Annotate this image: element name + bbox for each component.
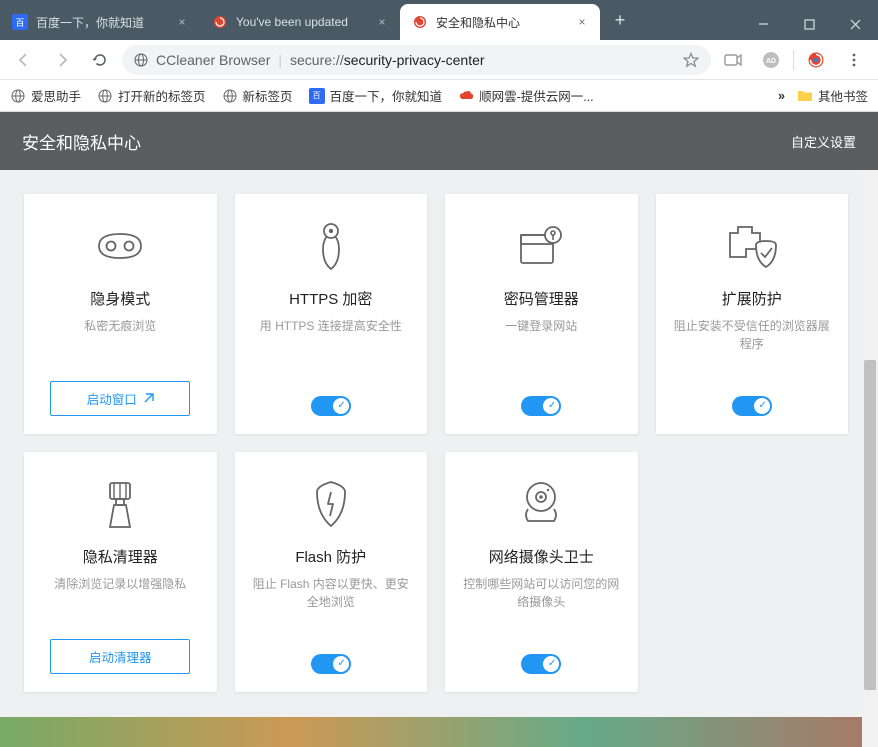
card-description: 阻止安装不受信任的浏览器展程序	[670, 317, 835, 353]
bookmark-item[interactable]: 新标签页	[222, 86, 293, 105]
new-tab-button[interactable]: +	[606, 6, 634, 34]
reload-button[interactable]	[84, 44, 116, 76]
feature-card: 扩展防护阻止安装不受信任的浏览器展程序 ✓	[656, 194, 849, 434]
card-description: 一键登录网站	[505, 317, 577, 335]
toggle-switch[interactable]: ✓	[521, 654, 561, 674]
feature-card: 隐私清理器清除浏览记录以增强隐私启动清理器	[24, 452, 217, 692]
globe-icon	[222, 88, 238, 104]
card-title: 密码管理器	[504, 288, 579, 309]
feature-icon	[311, 476, 351, 532]
feature-card: 隐身模式私密无痕浏览启动窗口	[24, 194, 217, 434]
bookmarks-overflow-icon[interactable]: »	[778, 89, 785, 103]
globe-icon	[10, 88, 26, 104]
page-title: 安全和隐私中心	[22, 129, 141, 154]
page-header: 安全和隐私中心 自定义设置	[0, 112, 878, 170]
window-controls	[740, 8, 878, 40]
bookmark-label: 百度一下，你就知道	[330, 86, 443, 105]
card-description: 控制哪些网站可以访问您的网络摄像头	[459, 575, 624, 611]
customize-link[interactable]: 自定义设置	[791, 132, 856, 151]
feature-icon	[517, 218, 565, 274]
launch-button[interactable]: 启动窗口	[50, 381, 190, 416]
ccleaner-icon[interactable]	[800, 44, 832, 76]
camera-icon[interactable]	[717, 44, 749, 76]
feature-card: Flash 防护阻止 Flash 内容以更快、更安全地浏览 ✓	[235, 452, 428, 692]
cloud-icon	[458, 88, 474, 104]
card-footer: 启动清理器	[38, 639, 203, 674]
feature-icon	[93, 218, 147, 274]
feature-icon	[518, 476, 564, 532]
minimize-button[interactable]	[740, 8, 786, 40]
card-title: 隐私清理器	[83, 546, 158, 567]
window-titlebar: 百 百度一下，你就知道 × You've been updated × 安全和隐…	[0, 0, 878, 40]
close-icon[interactable]: ×	[174, 14, 190, 30]
bookmark-label: 新标签页	[243, 86, 293, 105]
ad-blocker-icon[interactable]: AD	[755, 44, 787, 76]
tab-label: You've been updated	[236, 15, 348, 29]
globe-icon	[97, 88, 113, 104]
bookmark-item[interactable]: 顺网雲-提供云网一...	[458, 86, 594, 105]
favicon-icon	[212, 14, 228, 30]
tab-label: 安全和隐私中心	[436, 14, 520, 31]
feature-card: 网络摄像头卫士控制哪些网站可以访问您的网络摄像头 ✓	[445, 452, 638, 692]
address-bar[interactable]: CCleaner Browser | secure://security-pri…	[122, 45, 711, 75]
launch-button[interactable]: 启动清理器	[50, 639, 190, 674]
close-window-button[interactable]	[832, 8, 878, 40]
toggle-switch[interactable]: ✓	[732, 396, 772, 416]
card-footer: ✓	[249, 396, 414, 416]
browser-toolbar: CCleaner Browser | secure://security-pri…	[0, 40, 878, 80]
card-footer: ✓	[459, 396, 624, 416]
favicon-icon	[412, 14, 428, 30]
card-title: HTTPS 加密	[289, 288, 372, 309]
toggle-switch[interactable]: ✓	[311, 396, 351, 416]
bookmark-item[interactable]: 百 百度一下，你就知道	[309, 86, 443, 105]
card-description: 用 HTTPS 连接提高安全性	[260, 317, 402, 335]
toggle-switch[interactable]: ✓	[311, 654, 351, 674]
bookmark-item[interactable]: 打开新的标签页	[97, 86, 206, 105]
feature-icon	[726, 218, 778, 274]
site-info-icon[interactable]	[134, 53, 148, 67]
card-title: 网络摄像头卫士	[489, 546, 594, 567]
card-footer: 启动窗口	[38, 381, 203, 416]
menu-icon[interactable]	[838, 44, 870, 76]
baidu-icon: 百	[309, 88, 325, 104]
close-icon[interactable]: ×	[574, 14, 590, 30]
tab-strip: 百 百度一下，你就知道 × You've been updated × 安全和隐…	[0, 4, 600, 40]
tab-updated[interactable]: You've been updated ×	[200, 4, 400, 40]
site-label: CCleaner Browser	[156, 52, 270, 68]
other-bookmarks[interactable]: 其他书签	[797, 86, 868, 105]
feature-icon	[311, 218, 351, 274]
close-icon[interactable]: ×	[374, 14, 390, 30]
feature-card: HTTPS 加密用 HTTPS 连接提高安全性 ✓	[235, 194, 428, 434]
card-description: 阻止 Flash 内容以更快、更安全地浏览	[249, 575, 414, 611]
bookmarks-bar: 爱思助手 打开新的标签页 新标签页 百 百度一下，你就知道 顺网雲-提供云网一.…	[0, 80, 878, 112]
feature-card: 密码管理器一键登录网站 ✓	[445, 194, 638, 434]
card-title: Flash 防护	[295, 546, 366, 567]
maximize-button[interactable]	[786, 8, 832, 40]
back-button[interactable]	[8, 44, 40, 76]
card-title: 隐身模式	[90, 288, 150, 309]
content-area: 隐身模式私密无痕浏览启动窗口 HTTPS 加密用 HTTPS 连接提高安全性✓密…	[0, 170, 878, 747]
card-title: 扩展防护	[722, 288, 782, 309]
folder-icon	[797, 88, 813, 104]
bookmark-label: 打开新的标签页	[118, 86, 206, 105]
card-description: 私密无痕浏览	[84, 317, 156, 335]
bookmark-label: 其他书签	[818, 86, 868, 105]
tab-label: 百度一下，你就知道	[36, 14, 144, 31]
url-text: secure://security-privacy-center	[290, 52, 485, 68]
bookmark-item[interactable]: 爱思助手	[10, 86, 81, 105]
card-footer: ✓	[459, 654, 624, 674]
feature-icon	[100, 476, 140, 532]
forward-button[interactable]	[46, 44, 78, 76]
card-footer: ✓	[670, 396, 835, 416]
toggle-switch[interactable]: ✓	[521, 396, 561, 416]
bookmark-label: 顺网雲-提供云网一...	[479, 86, 594, 105]
tab-baidu[interactable]: 百 百度一下，你就知道 ×	[0, 4, 200, 40]
star-icon[interactable]	[683, 52, 699, 68]
svg-text:AD: AD	[766, 58, 776, 65]
card-description: 清除浏览记录以增强隐私	[54, 575, 186, 593]
card-footer: ✓	[249, 654, 414, 674]
bookmark-label: 爱思助手	[31, 86, 81, 105]
tab-security-center[interactable]: 安全和隐私中心 ×	[400, 4, 600, 40]
favicon-icon: 百	[12, 14, 28, 30]
